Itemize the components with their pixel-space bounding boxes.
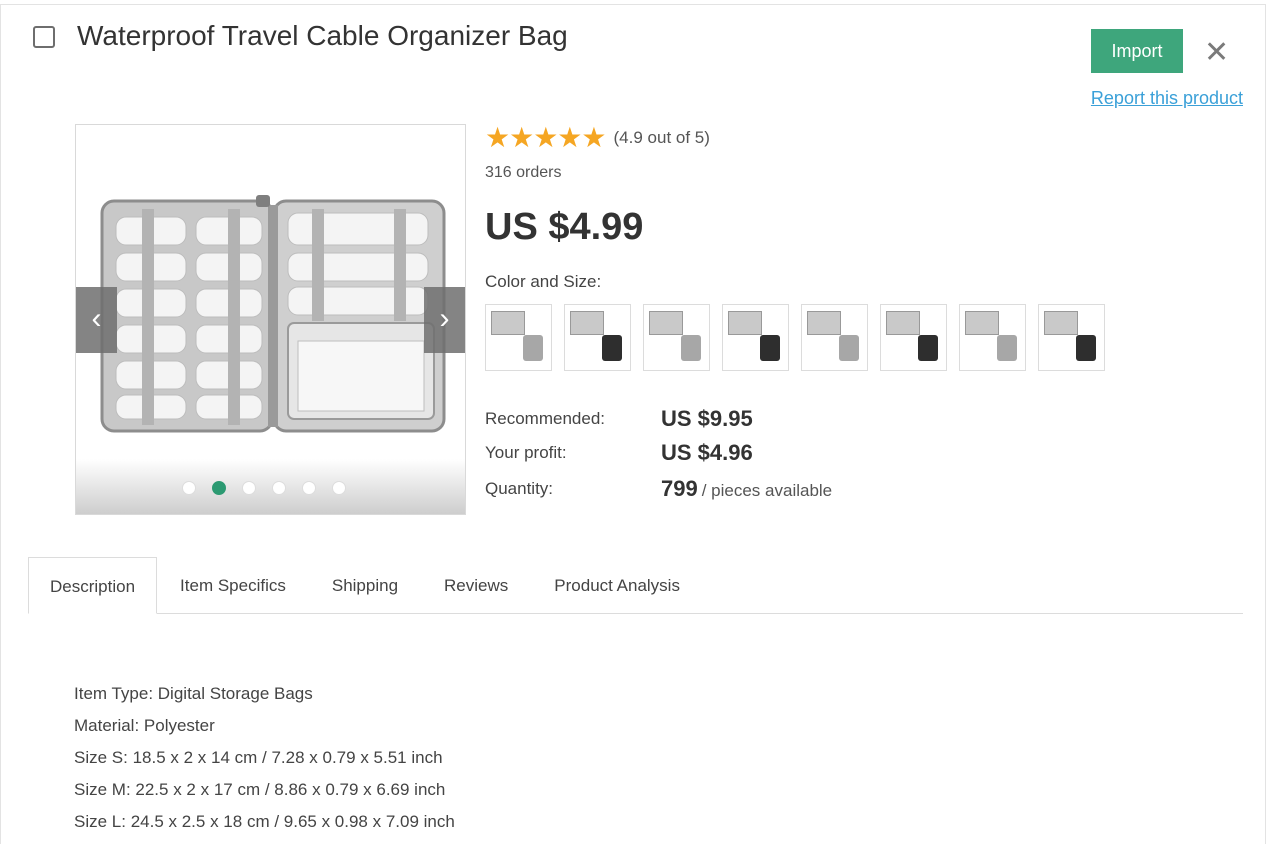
profit-value: US $4.96 xyxy=(661,440,753,465)
product-image xyxy=(100,195,446,433)
swatch-pouch-thumbnail xyxy=(681,335,701,361)
color-swatch[interactable] xyxy=(959,304,1026,371)
tab-product-analysis[interactable]: Product Analysis xyxy=(531,557,703,613)
swatch-bag-thumbnail xyxy=(491,311,525,335)
color-size-label: Color and Size: xyxy=(485,272,602,291)
orders-count: 316 orders xyxy=(485,164,562,181)
swatch-pouch-thumbnail xyxy=(918,335,938,361)
profit-label: Your profit: xyxy=(485,443,567,462)
quantity: 799/ pieces available xyxy=(661,476,832,502)
color-swatch[interactable] xyxy=(564,304,631,371)
swatch-bag-thumbnail xyxy=(807,311,841,335)
description-line: Size M: 22.5 x 2 x 17 cm / 8.86 x 0.79 x… xyxy=(74,780,446,799)
chevron-left-icon[interactable]: ‹ xyxy=(76,287,117,353)
description-line: Material: Polyester xyxy=(74,716,215,735)
color-size-swatches xyxy=(485,304,1105,371)
star-rating-icon: ★★★★★ xyxy=(485,122,607,153)
product-tabs: Description Item Specifics Shipping Reviews… xyxy=(28,557,1243,614)
description-line: Size L: 24.5 x 2.5 x 18 cm / 9.65 x 0.98… xyxy=(74,812,455,831)
color-swatch[interactable] xyxy=(485,304,552,371)
product-image-gallery: ‹ › xyxy=(75,124,466,515)
color-swatch[interactable] xyxy=(880,304,947,371)
swatch-bag-thumbnail xyxy=(886,311,920,335)
tab-shipping[interactable]: Shipping xyxy=(309,557,421,613)
recommended-label: Recommended: xyxy=(485,409,606,428)
swatch-pouch-thumbnail xyxy=(839,335,859,361)
gallery-dot[interactable] xyxy=(332,481,346,495)
import-button[interactable]: Import xyxy=(1091,29,1183,73)
quantity-value: 799 xyxy=(661,476,698,501)
swatch-pouch-thumbnail xyxy=(760,335,780,361)
color-swatch[interactable] xyxy=(643,304,710,371)
rating: ★★★★★ (4.9 out of 5) xyxy=(485,124,710,152)
gallery-dot[interactable] xyxy=(242,481,256,495)
color-swatch[interactable] xyxy=(1038,304,1105,371)
price: US $4.99 xyxy=(485,206,644,248)
swatch-bag-thumbnail xyxy=(570,311,604,335)
swatch-pouch-thumbnail xyxy=(602,335,622,361)
product-title: Waterproof Travel Cable Organizer Bag xyxy=(77,20,568,51)
gallery-dots xyxy=(182,481,346,497)
rating-text: (4.9 out of 5) xyxy=(613,128,710,147)
quantity-suffix: / pieces available xyxy=(701,481,833,500)
select-product-checkbox[interactable] xyxy=(33,26,55,48)
tab-description[interactable]: Description xyxy=(28,557,158,614)
chevron-right-icon[interactable]: › xyxy=(424,287,465,353)
tab-reviews[interactable]: Reviews xyxy=(421,557,531,613)
swatch-bag-thumbnail xyxy=(649,311,683,335)
gallery-dot[interactable] xyxy=(272,481,286,495)
close-icon[interactable]: ✕ xyxy=(1204,38,1229,68)
swatch-pouch-thumbnail xyxy=(997,335,1017,361)
quantity-label: Quantity: xyxy=(485,479,554,498)
gallery-dot[interactable] xyxy=(182,481,196,495)
swatch-bag-thumbnail xyxy=(728,311,762,335)
gallery-dot[interactable] xyxy=(302,481,316,495)
tab-item-specifics[interactable]: Item Specifics xyxy=(157,557,309,613)
description-body: Item Type: Digital Storage Bags Material:… xyxy=(74,678,455,838)
recommended-value: US $9.95 xyxy=(661,406,753,431)
description-line: Item Type: Digital Storage Bags xyxy=(74,684,313,703)
swatch-bag-thumbnail xyxy=(965,311,999,335)
description-line: Size S: 18.5 x 2 x 14 cm / 7.28 x 0.79 x… xyxy=(74,748,443,767)
swatch-bag-thumbnail xyxy=(1044,311,1078,335)
color-swatch[interactable] xyxy=(801,304,868,371)
swatch-pouch-thumbnail xyxy=(1076,335,1096,361)
report-product-link[interactable]: Report this product xyxy=(1091,88,1243,109)
swatch-pouch-thumbnail xyxy=(523,335,543,361)
gallery-dot[interactable] xyxy=(212,481,226,495)
color-swatch[interactable] xyxy=(722,304,789,371)
